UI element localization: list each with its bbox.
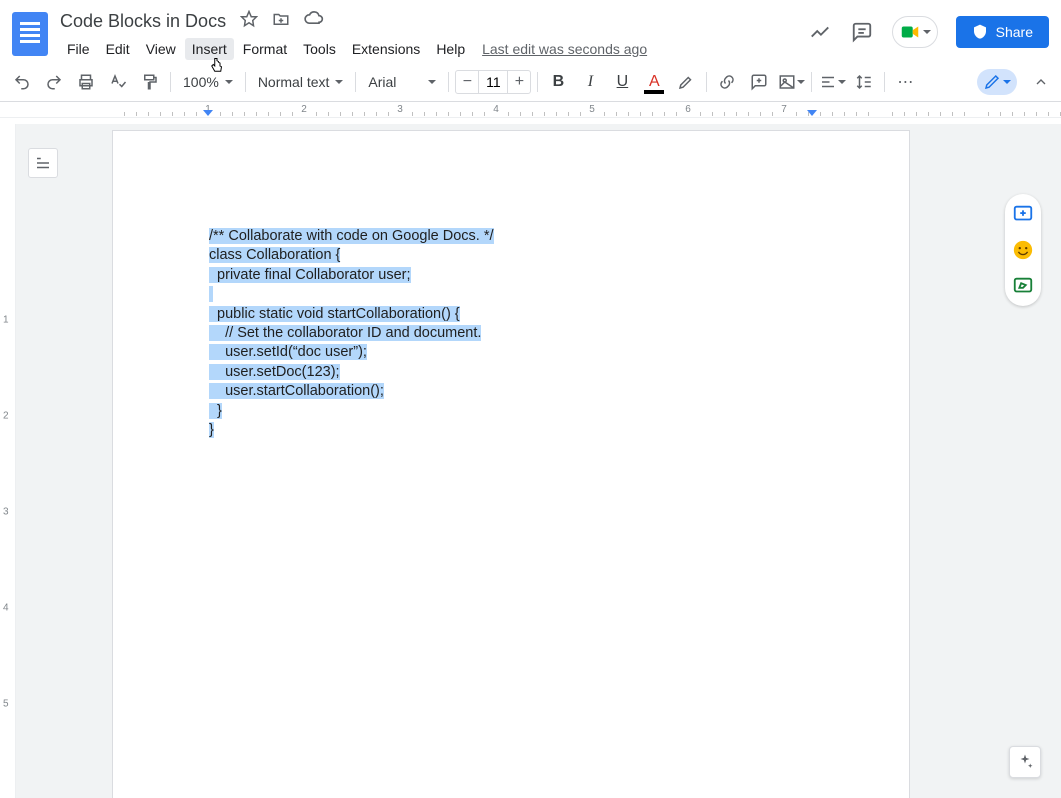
format-paint-button[interactable] xyxy=(136,68,164,96)
italic-button[interactable]: I xyxy=(576,68,604,96)
undo-button[interactable] xyxy=(8,68,36,96)
vruler-label: 2 xyxy=(3,411,9,422)
toolbar: 100% Normal text Arial − 11 + B I U A ⋯ xyxy=(0,62,1061,102)
highlight-button[interactable] xyxy=(672,68,700,96)
ruler-label: 2 xyxy=(301,104,307,115)
document-content[interactable]: /** Collaborate with code on Google Docs… xyxy=(209,227,813,440)
side-action-rail xyxy=(1005,194,1041,306)
menu-edit[interactable]: Edit xyxy=(99,38,137,60)
increase-font-button[interactable]: + xyxy=(508,73,530,91)
emoji-reaction-icon[interactable] xyxy=(1011,238,1035,262)
menu-view[interactable]: View xyxy=(139,38,183,60)
ruler-label: 6 xyxy=(685,104,691,115)
star-icon[interactable] xyxy=(240,10,258,33)
font-size-input[interactable]: 11 xyxy=(478,71,508,93)
underline-button[interactable]: U xyxy=(608,68,636,96)
code-line[interactable]: // Set the collaborator ID and document. xyxy=(209,324,813,343)
code-line[interactable]: user.startCollaboration(); xyxy=(209,382,813,401)
suggest-edits-icon[interactable] xyxy=(1011,274,1035,298)
share-button[interactable]: Share xyxy=(956,16,1049,48)
spellcheck-button[interactable] xyxy=(104,68,132,96)
redo-button[interactable] xyxy=(40,68,68,96)
bold-button[interactable]: B xyxy=(544,68,572,96)
document-title[interactable]: Code Blocks in Docs xyxy=(60,11,226,32)
workspace: 1 2 3 4 5 /** Collaborate with code on Googl… xyxy=(0,124,1061,798)
add-comment-icon[interactable] xyxy=(1011,202,1035,226)
horizontal-ruler[interactable]: 1234567 xyxy=(0,102,1061,118)
ruler-label: 5 xyxy=(589,104,595,115)
ruler-label: 4 xyxy=(493,104,499,115)
menu-extensions[interactable]: Extensions xyxy=(345,38,427,60)
code-line[interactable]: user.setId(“doc user”); xyxy=(209,343,813,362)
align-button[interactable] xyxy=(818,68,846,96)
font-select[interactable]: Arial xyxy=(362,74,442,90)
move-icon[interactable] xyxy=(272,10,290,33)
vruler-label: 4 xyxy=(3,603,9,614)
last-edit-link[interactable]: Last edit was seconds ago xyxy=(482,41,647,57)
version-history-icon[interactable] xyxy=(808,20,832,44)
editing-mode-button[interactable] xyxy=(977,69,1017,95)
pointer-cursor-icon xyxy=(208,56,226,81)
left-indent-marker[interactable] xyxy=(203,110,213,116)
vruler-label: 3 xyxy=(3,507,9,518)
share-label: Share xyxy=(996,24,1033,40)
code-line[interactable]: private final Collaborator user; xyxy=(209,266,813,285)
code-line[interactable]: class Collaboration { xyxy=(209,246,813,265)
paragraph-style-select[interactable]: Normal text xyxy=(252,74,350,90)
menu-help[interactable]: Help xyxy=(429,38,472,60)
text-color-button[interactable]: A xyxy=(640,68,668,96)
code-line[interactable]: } xyxy=(209,402,813,421)
right-indent-marker[interactable] xyxy=(807,110,817,116)
cloud-status-icon[interactable] xyxy=(304,9,324,34)
code-line[interactable] xyxy=(209,285,813,304)
document-outline-button[interactable] xyxy=(28,148,58,178)
font-size-group: − 11 + xyxy=(455,70,531,94)
comments-icon[interactable] xyxy=(850,20,874,44)
docs-app-icon[interactable] xyxy=(12,12,48,56)
insert-image-button[interactable] xyxy=(777,68,805,96)
menu-tools[interactable]: Tools xyxy=(296,38,343,60)
print-button[interactable] xyxy=(72,68,100,96)
vertical-ruler[interactable]: 1 2 3 4 5 xyxy=(0,124,16,798)
code-line[interactable]: public static void startCollaboration() … xyxy=(209,305,813,324)
decrease-font-button[interactable]: − xyxy=(456,73,478,91)
insert-comment-button[interactable] xyxy=(745,68,773,96)
collapse-toolbar-button[interactable] xyxy=(1029,70,1053,94)
code-line[interactable]: /** Collaborate with code on Google Docs… xyxy=(209,227,813,246)
header: Code Blocks in Docs FileEditViewInsertFo… xyxy=(0,0,1061,62)
ruler-label: 3 xyxy=(397,104,403,115)
meet-button[interactable] xyxy=(892,16,938,48)
ruler-label: 7 xyxy=(781,104,787,115)
menu-format[interactable]: Format xyxy=(236,38,294,60)
menu-bar: FileEditViewInsertFormatToolsExtensionsH… xyxy=(60,36,808,62)
vruler-label: 5 xyxy=(3,699,9,710)
menu-file[interactable]: File xyxy=(60,38,97,60)
explore-button[interactable] xyxy=(1009,746,1041,778)
line-spacing-button[interactable] xyxy=(850,68,878,96)
document-page[interactable]: /** Collaborate with code on Google Docs… xyxy=(112,130,910,798)
code-line[interactable]: } xyxy=(209,421,813,440)
vruler-label: 1 xyxy=(3,315,9,326)
more-tools-button[interactable]: ⋯ xyxy=(891,68,919,96)
code-line[interactable]: user.setDoc(123); xyxy=(209,363,813,382)
insert-link-button[interactable] xyxy=(713,68,741,96)
